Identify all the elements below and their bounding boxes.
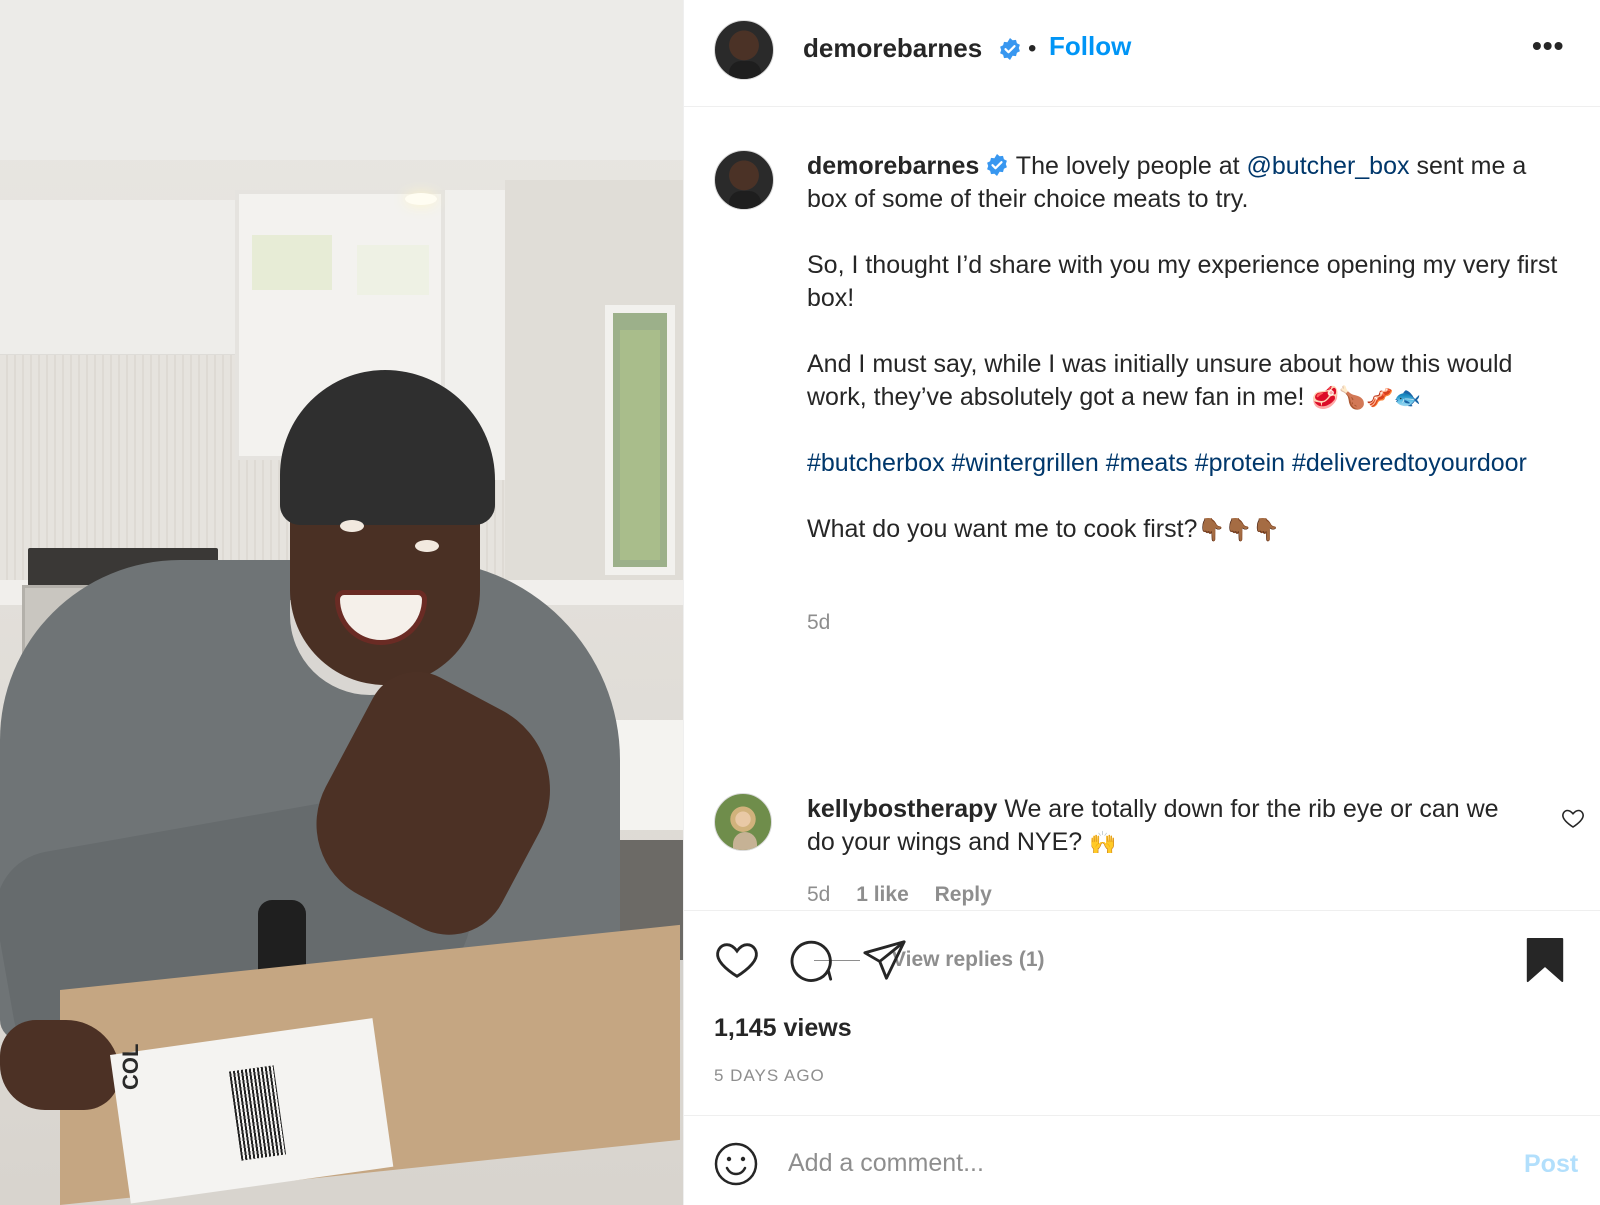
caption-intro: The lovely people at	[1015, 152, 1240, 180]
reply-button[interactable]: Reply	[935, 883, 992, 906]
post-header: demorebarnes • Follow •••	[684, 0, 1600, 107]
smiley-icon[interactable]	[714, 1142, 758, 1186]
post-comment-button[interactable]: Post	[1524, 1150, 1578, 1179]
media-ceiling	[0, 0, 683, 160]
verified-badge-icon	[1000, 38, 1020, 60]
caption-timestamp: 5d	[807, 611, 831, 634]
post-caption: demorebarnes The lovely people at @butch…	[684, 108, 1600, 971]
media-label-text: COL	[118, 1043, 143, 1090]
add-comment-bar: Post	[684, 1115, 1600, 1205]
author-username[interactable]: demorebarnes	[803, 33, 982, 64]
caption-paragraph: What do you want me to cook first?👇🏾👇🏾👇🏾	[807, 513, 1567, 546]
media-window-view	[620, 330, 660, 560]
media-person-eye	[340, 520, 364, 532]
verified-badge-icon	[987, 154, 1008, 176]
pointing-down-emoji: 👇🏾👇🏾👇🏾	[1197, 517, 1280, 542]
food-emoji: 🥩🍗🥓🐟	[1311, 385, 1422, 410]
post-actions: 1,145 views 5 DAYS AGO	[684, 910, 1600, 1115]
mention-link[interactable]: @butcher_box	[1247, 152, 1410, 180]
media-person-left-hand	[0, 1020, 120, 1110]
follow-button[interactable]: Follow	[1049, 31, 1131, 62]
more-options-button[interactable]: •••	[1532, 30, 1564, 62]
comment-input[interactable]	[788, 1140, 1488, 1186]
post-date: 5 DAYS AGO	[714, 1066, 825, 1085]
comment-heart-icon[interactable]	[1561, 806, 1585, 830]
caption-paragraph: And I must say, while I was initially un…	[807, 348, 1567, 414]
heart-icon[interactable]	[714, 937, 760, 983]
media-person-eye	[415, 540, 439, 552]
post-media[interactable]: COL	[0, 0, 683, 1205]
media-cabinet-glass	[357, 245, 429, 295]
media-cabinet-glass	[252, 235, 332, 290]
media-range-hood	[0, 200, 235, 360]
bookmark-icon[interactable]	[1524, 937, 1566, 983]
commenter-avatar[interactable]	[714, 793, 772, 851]
comment-timestamp: 5d	[807, 883, 831, 906]
caption-author-avatar[interactable]	[714, 150, 774, 210]
caption-paragraph: So, I thought I’d share with you my expe…	[807, 251, 1558, 312]
commenter-username[interactable]: kellybostherapy	[807, 795, 997, 823]
hashtags-link[interactable]: #butcherbox #wintergrillen #meats #prote…	[807, 447, 1567, 480]
comment-bubble-icon[interactable]	[788, 937, 834, 983]
post-sidebar: demorebarnes • Follow ••• demorebarnes T…	[683, 0, 1600, 1205]
view-count[interactable]: 1,145 views	[714, 1014, 852, 1043]
caption-paragraph: demorebarnes The lovely people at @butch…	[807, 150, 1567, 216]
comment-meta: 5d 1 like Reply	[807, 883, 1012, 907]
author-avatar[interactable]	[714, 20, 774, 80]
separator-dot: •	[1028, 35, 1037, 62]
caption-username[interactable]: demorebarnes	[807, 152, 979, 180]
media-ceiling-light	[405, 193, 437, 205]
caption-question: What do you want me to cook first?	[807, 515, 1198, 543]
caption-text: demorebarnes The lovely people at @butch…	[807, 150, 1567, 546]
comment-likes[interactable]: 1 like	[856, 883, 909, 906]
paper-plane-icon[interactable]	[862, 937, 908, 983]
raised-hands-emoji: 🙌	[1089, 830, 1117, 855]
comment-text: kellybostherapy We are totally down for …	[807, 793, 1522, 859]
